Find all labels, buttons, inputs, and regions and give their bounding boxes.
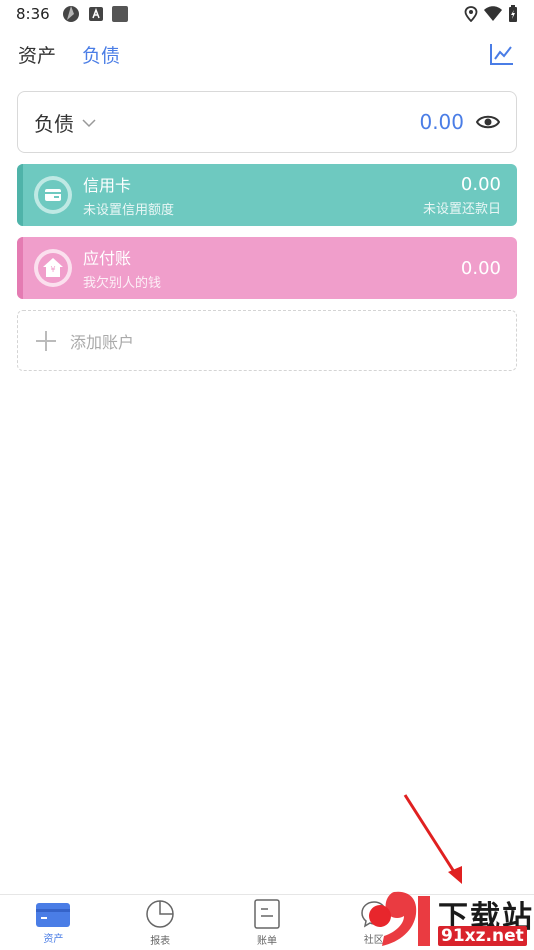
status-left-icons bbox=[62, 5, 128, 23]
trend-chart-button[interactable] bbox=[488, 40, 516, 68]
trend-chart-icon bbox=[490, 44, 513, 65]
account-sub: 未设置信用额度 bbox=[83, 203, 175, 218]
nav-label: 报表 bbox=[150, 935, 171, 947]
tab-liabilities[interactable]: 负债 bbox=[82, 41, 120, 68]
wallet-card-icon bbox=[36, 902, 71, 927]
tab-assets[interactable]: 资产 bbox=[18, 41, 56, 68]
account-text: 信用卡 未设置信用额度 bbox=[83, 172, 174, 218]
summary-amount: 0.00 bbox=[419, 110, 464, 134]
annotation-arrow-icon bbox=[403, 794, 462, 884]
account-color-stripe bbox=[17, 237, 23, 299]
nav-label: 资产 bbox=[43, 933, 64, 945]
svg-text:¥: ¥ bbox=[50, 265, 55, 274]
liability-summary-card[interactable]: 负债 0.00 bbox=[17, 91, 517, 153]
plus-icon bbox=[36, 330, 56, 351]
eye-icon bbox=[476, 115, 500, 129]
status-time: 8:36 bbox=[16, 5, 50, 23]
aperture-icon bbox=[62, 6, 79, 22]
top-tabs: 资产 负债 bbox=[0, 34, 534, 74]
add-account-label: 添加账户 bbox=[70, 332, 135, 352]
watermark-url: 91xz.net bbox=[438, 926, 527, 946]
add-account-button[interactable]: 添加账户 bbox=[17, 310, 517, 371]
account-sub: 我欠别人的钱 bbox=[83, 276, 162, 291]
battery-icon bbox=[509, 5, 517, 22]
account-credit-card[interactable]: 信用卡 未设置信用额度 0.00 未设置还款日 bbox=[17, 164, 517, 226]
summary-label: 负债 bbox=[34, 111, 74, 136]
account-color-stripe bbox=[17, 164, 23, 226]
toggle-visibility-button[interactable] bbox=[476, 110, 500, 134]
nav-label: 账单 bbox=[256, 935, 277, 947]
nav-assets[interactable]: 资产 bbox=[0, 895, 107, 950]
status-right-icons bbox=[464, 5, 518, 23]
account-name: 信用卡 bbox=[83, 176, 132, 195]
watermark: 下载站 91xz.net bbox=[360, 884, 534, 950]
watermark-logo-icon bbox=[369, 891, 430, 946]
payable-house-icon: ¥ bbox=[34, 249, 72, 287]
status-bar: 8:36 bbox=[0, 0, 534, 28]
nav-bill[interactable]: 账单 bbox=[214, 895, 321, 950]
a-badge-icon bbox=[88, 7, 103, 21]
account-name: 应付账 bbox=[83, 249, 132, 268]
nav-report[interactable]: 报表 bbox=[107, 895, 214, 950]
credit-card-icon bbox=[34, 176, 72, 214]
pie-chart-icon bbox=[146, 899, 174, 928]
chevron-down-icon[interactable] bbox=[82, 118, 96, 128]
account-right: 0.00 未设置还款日 bbox=[423, 174, 501, 217]
account-amount: 0.00 bbox=[460, 173, 501, 195]
bill-document-icon bbox=[254, 898, 280, 929]
account-right: 0.00 bbox=[461, 258, 501, 279]
account-text: 应付账 我欠别人的钱 bbox=[83, 245, 161, 291]
account-amount: 0.00 bbox=[460, 257, 501, 279]
square-icon bbox=[111, 6, 128, 22]
account-payable[interactable]: ¥ 应付账 我欠别人的钱 0.00 bbox=[17, 237, 517, 299]
location-icon bbox=[464, 6, 478, 22]
account-note: 未设置还款日 bbox=[422, 201, 501, 217]
wifi-icon bbox=[484, 6, 502, 21]
